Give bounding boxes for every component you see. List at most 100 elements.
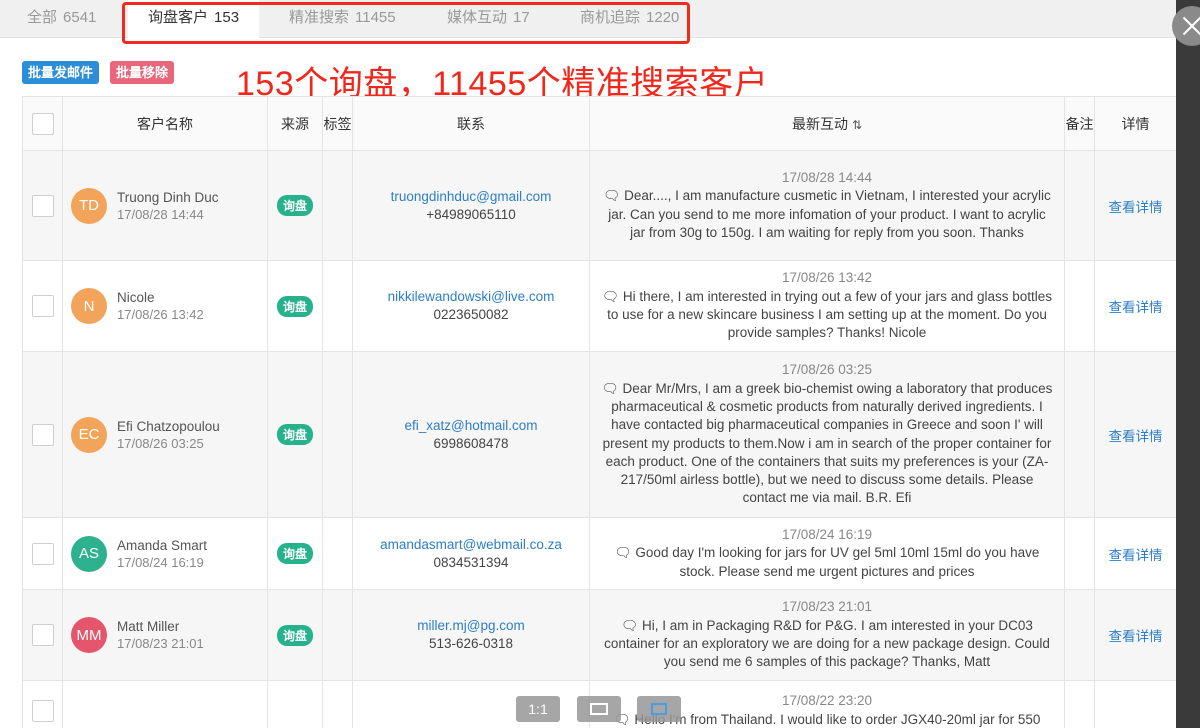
source-cell: [267, 680, 323, 728]
tag-cell: [322, 589, 353, 681]
header-source: 来源: [267, 96, 323, 151]
select-all-checkbox[interactable]: [31, 112, 54, 135]
header-contact: 联系: [352, 96, 590, 151]
table-row: N Nicole 17/08/26 13:42 询盘 nikkilewandowski@…: [22, 260, 1176, 352]
customer-name[interactable]: Matt Miller: [117, 618, 204, 635]
email-link[interactable]: miller.mj@pg.com: [353, 617, 589, 635]
email-link[interactable]: amandasmart@webmail.co.za: [353, 536, 589, 554]
header-tag: 标签: [322, 96, 353, 151]
latest-interaction-cell: 17/08/24 16:19 🗨 Good day I'm looking for…: [589, 517, 1065, 590]
note-cell: [1064, 517, 1095, 590]
row-checkbox[interactable]: [31, 624, 54, 646]
note-cell: [1064, 351, 1095, 518]
contact-cell: truongdinhduc@gmail.com +84989065110: [352, 150, 590, 261]
view-detail-link[interactable]: 查看详情: [1094, 589, 1176, 681]
email-link[interactable]: truongdinhduc@gmail.com: [353, 188, 589, 206]
row-select-cell: [22, 260, 63, 352]
view-detail-link[interactable]: 查看详情: [1094, 517, 1176, 590]
tag-cell: [322, 260, 353, 352]
note-cell: [1064, 589, 1095, 681]
view-detail-link[interactable]: [1094, 680, 1176, 728]
header-latest[interactable]: 最新互动 ⇅: [589, 96, 1065, 151]
message-time: 17/08/26 13:42: [781, 270, 873, 286]
sort-icon[interactable]: ⇅: [852, 118, 862, 132]
avatar: N: [71, 288, 107, 324]
email-link[interactable]: nikkilewandowski@live.com: [353, 288, 589, 306]
contact-cell: efi_xatz@hotmail.com 6998608478: [352, 351, 590, 518]
row-select-cell: [22, 589, 63, 681]
header-latest-label: 最新互动: [791, 115, 848, 132]
customer-name[interactable]: Amanda Smart: [117, 537, 207, 554]
latest-interaction-cell: 17/08/26 03:25 🗨 Dear Mr/Mrs, I am a gree…: [589, 351, 1065, 518]
batch-remove-button[interactable]: 批量移除: [110, 61, 175, 84]
tab-all[interactable]: 全部 6541: [27, 0, 96, 38]
message-text: 🗨 Dear Mr/Mrs, I am a greek bio-chemist …: [601, 380, 1053, 506]
customer-cell: N Nicole 17/08/26 13:42: [62, 260, 268, 352]
row-checkbox[interactable]: [31, 423, 54, 446]
customer-cell: [62, 680, 268, 728]
email-link[interactable]: efi_xatz@hotmail.com: [353, 417, 589, 435]
phone-number: 0223650082: [433, 307, 509, 322]
source-badge: 询盘: [276, 543, 313, 564]
phone-number: 0834531394: [433, 554, 509, 570]
table-row: TD Truong Dinh Duc 17/08/28 14:44 询盘 truongd…: [22, 150, 1176, 261]
row-select-cell: [22, 680, 63, 728]
phone-number: +84989065110: [426, 206, 516, 222]
customer-time: 17/08/26 03:25: [117, 435, 204, 451]
tab-all-count: 6541: [63, 9, 97, 26]
fit-screen-button[interactable]: [577, 696, 621, 722]
message-time: 17/08/23 21:01: [781, 599, 873, 615]
customer-cell: EC Efi Chatzopoulou 17/08/26 03:25: [62, 351, 268, 518]
table-header: 客户名称 来源 标签 联系 最新互动 ⇅ 备注 详情: [22, 96, 1176, 151]
view-detail-link[interactable]: 查看详情: [1094, 351, 1176, 518]
contact-cell: nikkilewandowski@live.com 0223650082: [352, 260, 590, 352]
source-badge: 询盘: [276, 295, 313, 317]
phone-number: 6998608478: [433, 435, 509, 451]
row-checkbox[interactable]: [31, 699, 54, 722]
message-text: 🗨 Good day I'm looking for jars for UV g…: [614, 545, 1040, 579]
tag-cell: [322, 150, 353, 261]
row-select-cell: [22, 150, 63, 261]
header-select-all[interactable]: [22, 96, 63, 151]
source-badge: 询盘: [276, 424, 313, 445]
header-detail: 详情: [1094, 96, 1176, 151]
row-checkbox[interactable]: [31, 295, 54, 317]
tag-cell: [322, 351, 353, 518]
message-text: 🗨 Hi, I am in Packaging R&D for P&G. I a…: [604, 617, 1050, 670]
source-cell: 询盘: [267, 589, 323, 681]
customer-name[interactable]: Nicole: [117, 289, 204, 306]
customer-cell: AS Amanda Smart 17/08/24 16:19: [62, 517, 268, 590]
row-checkbox[interactable]: [31, 542, 54, 565]
row-select-cell: [22, 517, 63, 590]
view-detail-link[interactable]: 查看详情: [1094, 260, 1176, 352]
customer-panel: 全部 6541 询盘客户 153 精准搜索 11455 媒体互动 17 商机追踪 1220…: [0, 0, 1176, 728]
latest-interaction-cell: 17/08/28 14:44 🗨 Dear...., I am manufactu…: [589, 150, 1065, 261]
fullscreen-button[interactable]: [637, 696, 681, 722]
table-row: EC Efi Chatzopoulou 17/08/26 03:25 询盘 efi_xa…: [22, 351, 1176, 518]
table-row: AS Amanda Smart 17/08/24 16:19 询盘 amandasmar…: [22, 517, 1176, 590]
batch-mail-button[interactable]: 批量发邮件: [22, 61, 100, 84]
message-time: 17/08/24 16:19: [781, 527, 873, 543]
zoom-1-1-button[interactable]: 1:1: [516, 696, 560, 722]
message-time: 17/08/26 03:25: [781, 362, 873, 378]
customer-name[interactable]: Truong Dinh Duc: [117, 189, 219, 206]
customer-time: 17/08/26 13:42: [117, 307, 204, 322]
note-cell: [1064, 150, 1095, 261]
source-cell: 询盘: [267, 351, 323, 518]
customer-cell: TD Truong Dinh Duc 17/08/28 14:44: [62, 150, 268, 261]
avatar: TD: [71, 187, 107, 224]
note-cell: [1064, 680, 1095, 728]
header-note: 备注: [1064, 96, 1095, 151]
contact-cell: amandasmart@webmail.co.za 0834531394: [352, 517, 590, 590]
tag-cell: [322, 680, 353, 728]
row-checkbox[interactable]: [31, 194, 54, 217]
message-time: 17/08/28 14:44: [781, 169, 873, 185]
customer-time: 17/08/24 16:19: [117, 554, 204, 570]
customer-name[interactable]: Efi Chatzopoulou: [117, 418, 220, 435]
tab-all-label: 全部: [27, 9, 58, 26]
view-detail-link[interactable]: 查看详情: [1094, 150, 1176, 261]
note-cell: [1064, 260, 1095, 352]
source-badge: 询盘: [276, 624, 313, 646]
customer-time: 17/08/28 14:44: [117, 206, 204, 222]
message-text: 🗨 Dear...., I am manufacture cusmetic in…: [603, 188, 1051, 240]
